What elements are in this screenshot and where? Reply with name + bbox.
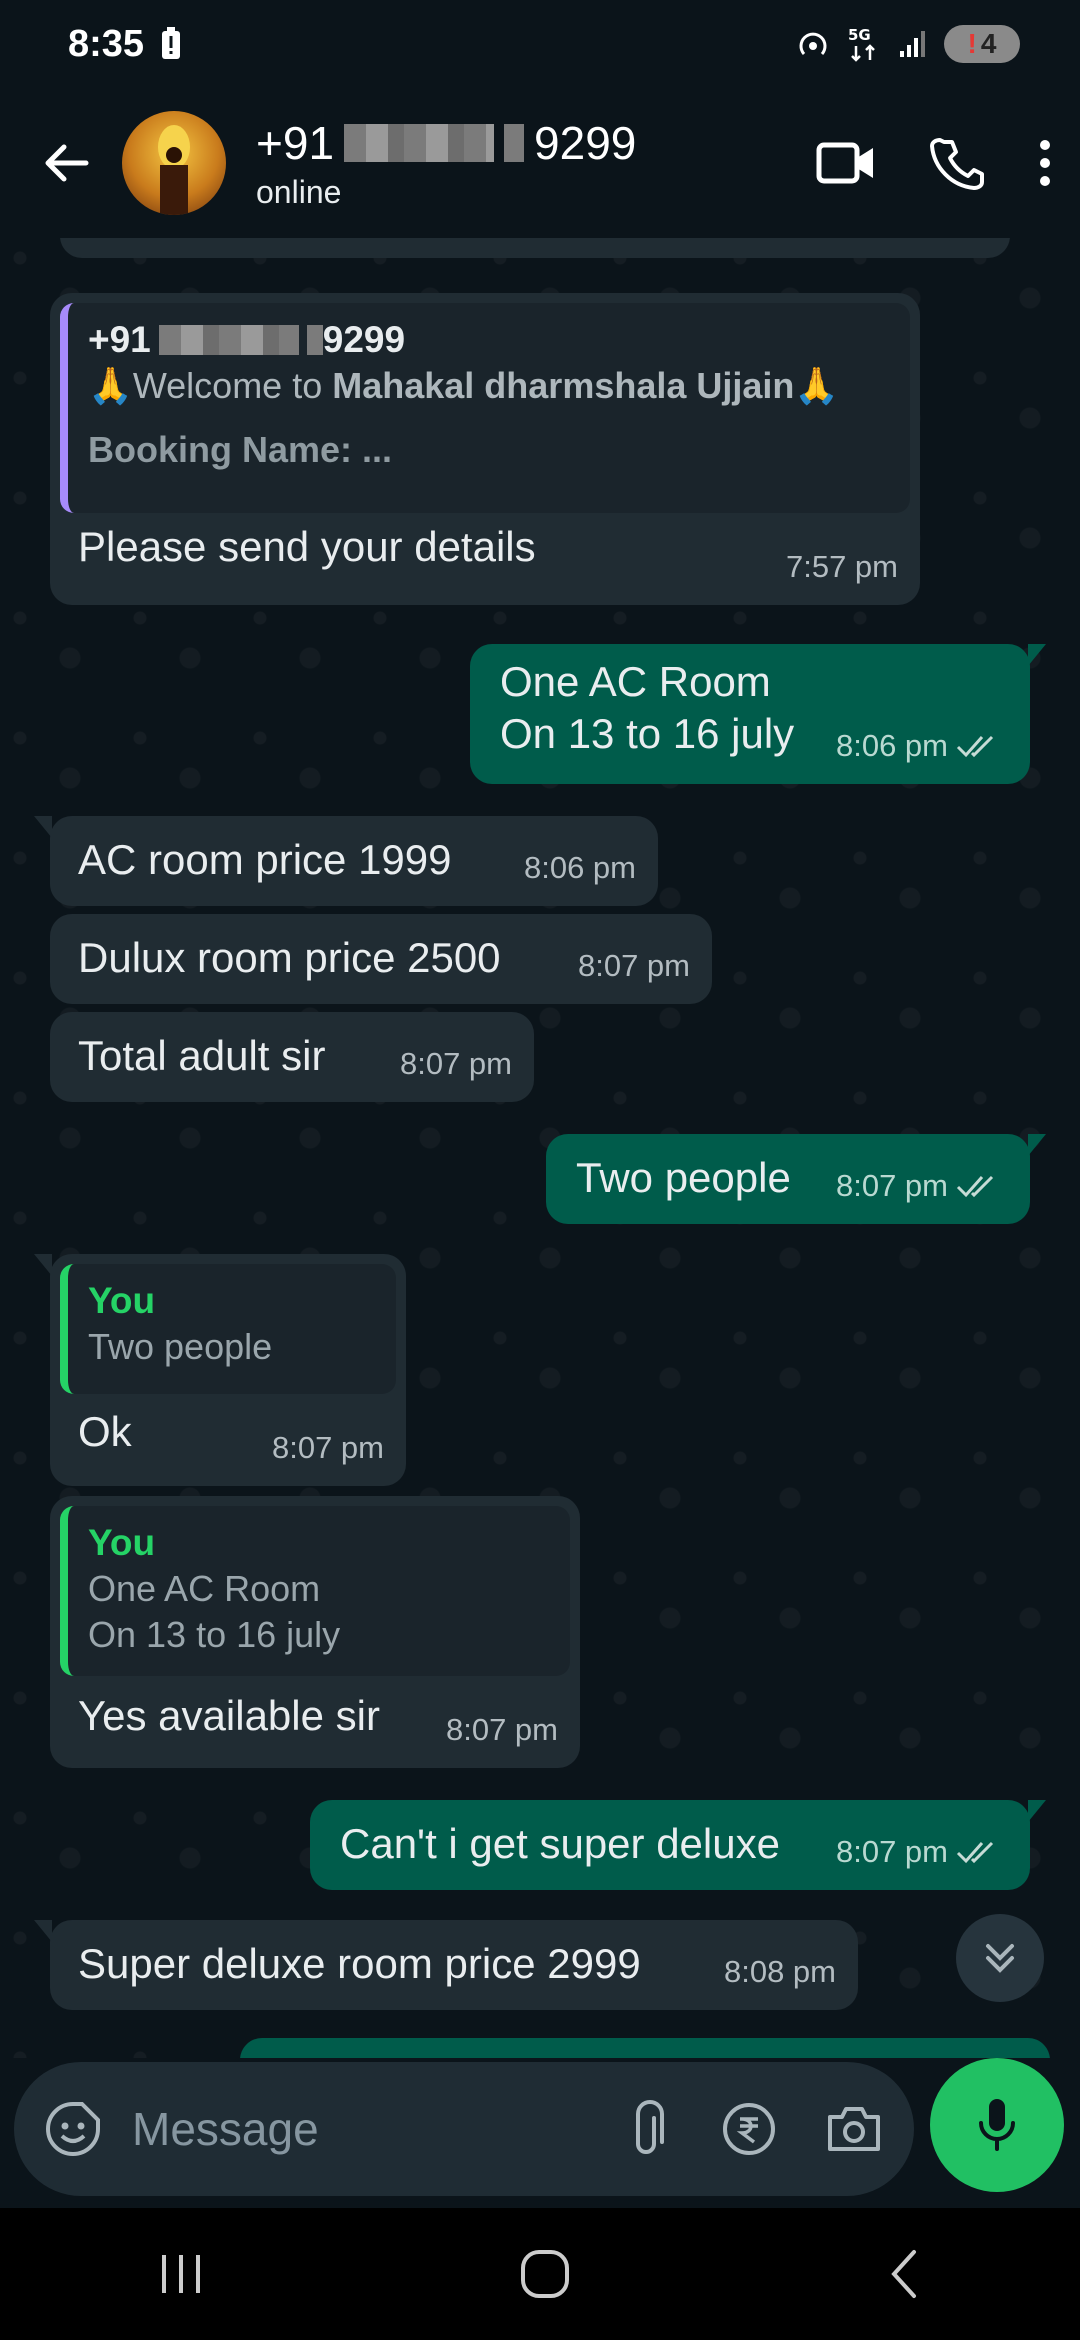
chat-area[interactable]: +91 9299 🙏Welcome to Mahakal dharmshala … [0, 238, 1080, 2058]
bubble-tail [34, 1254, 52, 1276]
notification-count: 4 [980, 28, 997, 59]
status-time: 8:35 [68, 22, 145, 65]
status-bar: 8:35 5G ! 4 [0, 0, 1080, 88]
voice-call-icon[interactable] [930, 136, 984, 190]
message-bubble-incoming[interactable]: Total adult sir 8:07 pm [50, 1012, 534, 1102]
scroll-to-bottom-button[interactable] [956, 1914, 1044, 2002]
number-prefix: +91 [256, 116, 335, 169]
quoted-text-line-1: One AC Room [88, 1568, 321, 1609]
hotspot-icon [796, 27, 830, 61]
bubble-tail [1028, 1134, 1046, 1156]
more-options-icon[interactable] [1038, 138, 1052, 188]
contact-number: +91 9299 [256, 116, 636, 170]
number-suffix: 9299 [534, 116, 637, 169]
video-call-icon[interactable] [816, 140, 876, 186]
system-back-icon[interactable] [884, 2248, 924, 2300]
network-label: 5G [848, 26, 871, 44]
bubble-tail [1028, 1800, 1046, 1822]
message-time: 8:06 pm [835, 728, 948, 763]
message-bubble-outgoing[interactable]: Can't i get super deluxe 8:07 pm [310, 1800, 1046, 1890]
quoted-text-line-2: Booking Name: ... [88, 429, 393, 470]
camera-icon[interactable] [824, 2103, 884, 2155]
message-input-bar: Message [0, 2058, 1080, 2208]
read-receipt-icon [956, 1173, 1002, 1199]
message-text: Super deluxe room price 2999 [78, 1940, 641, 1987]
quoted-text: 🙏Welcome to Mahakal dharmshala Ujjain🙏 [88, 363, 890, 409]
message-time: 8:07 pm [445, 1712, 558, 1747]
redacted-digits [158, 325, 299, 355]
quoted-sender: You [88, 1280, 156, 1321]
system-navigation-bar [0, 2208, 1080, 2340]
microphone-icon [975, 2095, 1019, 2155]
quoted-bold: Mahakal dharmshala Ujjain [332, 365, 795, 406]
quoted-message[interactable]: You Two people [60, 1264, 396, 1394]
quoted-message[interactable]: You One AC Room On 13 to 16 july [60, 1506, 570, 1676]
voice-record-button[interactable] [930, 2058, 1064, 2192]
contact-info[interactable]: +91 9299 online [256, 116, 636, 211]
quoted-message[interactable]: +91 9299 🙏Welcome to Mahakal dharmshala … [60, 303, 910, 513]
message-bubble-partial [60, 238, 1010, 258]
message-bubble-incoming[interactable]: +91 9299 🙏Welcome to Mahakal dharmshala … [50, 293, 920, 605]
sticker-icon[interactable] [44, 2100, 102, 2158]
attach-icon[interactable] [630, 2100, 670, 2158]
signal-icon [898, 29, 928, 59]
contact-avatar[interactable] [122, 111, 226, 215]
quoted-sender: You [88, 1522, 156, 1563]
redacted-digit [504, 123, 525, 162]
quoted-text: Two people [88, 1326, 273, 1367]
message-time: 8:07 pm [835, 1834, 948, 1869]
bubble-tail [1028, 644, 1046, 666]
message-bubble-outgoing[interactable]: One AC Room On 13 to 16 july 8:06 pm [470, 644, 1046, 784]
chat-header: +91 9299 online [0, 88, 1080, 238]
status-icons: 5G ! 4 [796, 24, 1020, 64]
home-icon[interactable] [519, 2248, 571, 2300]
status-time-group: 8:35 [68, 23, 182, 66]
message-time-group: 8:07 pm [836, 1826, 1002, 1878]
battery-alert-icon [160, 27, 182, 61]
message-bubble-outgoing[interactable]: Two people 8:07 pm [546, 1134, 1046, 1224]
recent-apps-icon[interactable] [156, 2251, 206, 2297]
quoted-sender-suffix: 9299 [322, 319, 406, 360]
redacted-digit [306, 325, 323, 355]
read-receipt-icon [956, 733, 1002, 759]
message-bubble-incoming[interactable]: Dulux room price 2500 8:07 pm [50, 914, 712, 1004]
message-bubble-incoming[interactable]: AC room price 1999 8:06 pm [34, 816, 658, 906]
back-arrow-icon[interactable] [40, 137, 92, 189]
bubble-tail [34, 816, 52, 838]
message-input[interactable]: Message [132, 2102, 630, 2156]
quoted-text-line-2: On 13 to 16 july [88, 1614, 341, 1655]
message-time: 8:06 pm [523, 850, 636, 885]
contact-status: online [256, 173, 342, 210]
message-time: 8:07 pm [577, 948, 690, 983]
message-time: 8:07 pm [271, 1430, 384, 1465]
quoted-sender-prefix: +91 [88, 319, 151, 360]
redacted-digits [344, 123, 495, 162]
message-time-group: 8:07 pm [836, 1160, 1002, 1212]
message-input-container[interactable]: Message [14, 2062, 914, 2196]
header-actions [816, 136, 1080, 190]
quoted-line-1: 🙏Welcome to [88, 365, 333, 406]
network-5g-icon: 5G [846, 24, 882, 64]
double-chevron-down-icon [980, 1938, 1020, 1978]
message-bubble-incoming[interactable]: Super deluxe room price 2999 8:08 pm [34, 1920, 858, 2010]
read-receipt-icon [956, 1839, 1002, 1865]
message-time: 8:07 pm [835, 1168, 948, 1203]
bubble-tail [34, 1920, 52, 1942]
message-bubble-incoming[interactable]: You One AC Room On 13 to 16 july Yes ava… [50, 1496, 580, 1768]
message-bubble-incoming[interactable]: You Two people Ok 8:07 pm [34, 1254, 406, 1486]
message-text-line-1: One AC Room [500, 658, 771, 705]
quoted-sender: +91 9299 [88, 317, 890, 363]
message-time: 8:07 pm [399, 1046, 512, 1081]
rupee-payment-icon[interactable] [720, 2100, 778, 2158]
message-time: 7:57 pm [785, 549, 898, 584]
quoted-line-1-end: 🙏 [794, 365, 840, 406]
message-bubble-partial [240, 2038, 1050, 2058]
notification-badge: ! 4 [944, 25, 1020, 63]
message-time-group: 8:06 pm [836, 720, 1002, 772]
message-time: 8:08 pm [723, 1954, 836, 1989]
